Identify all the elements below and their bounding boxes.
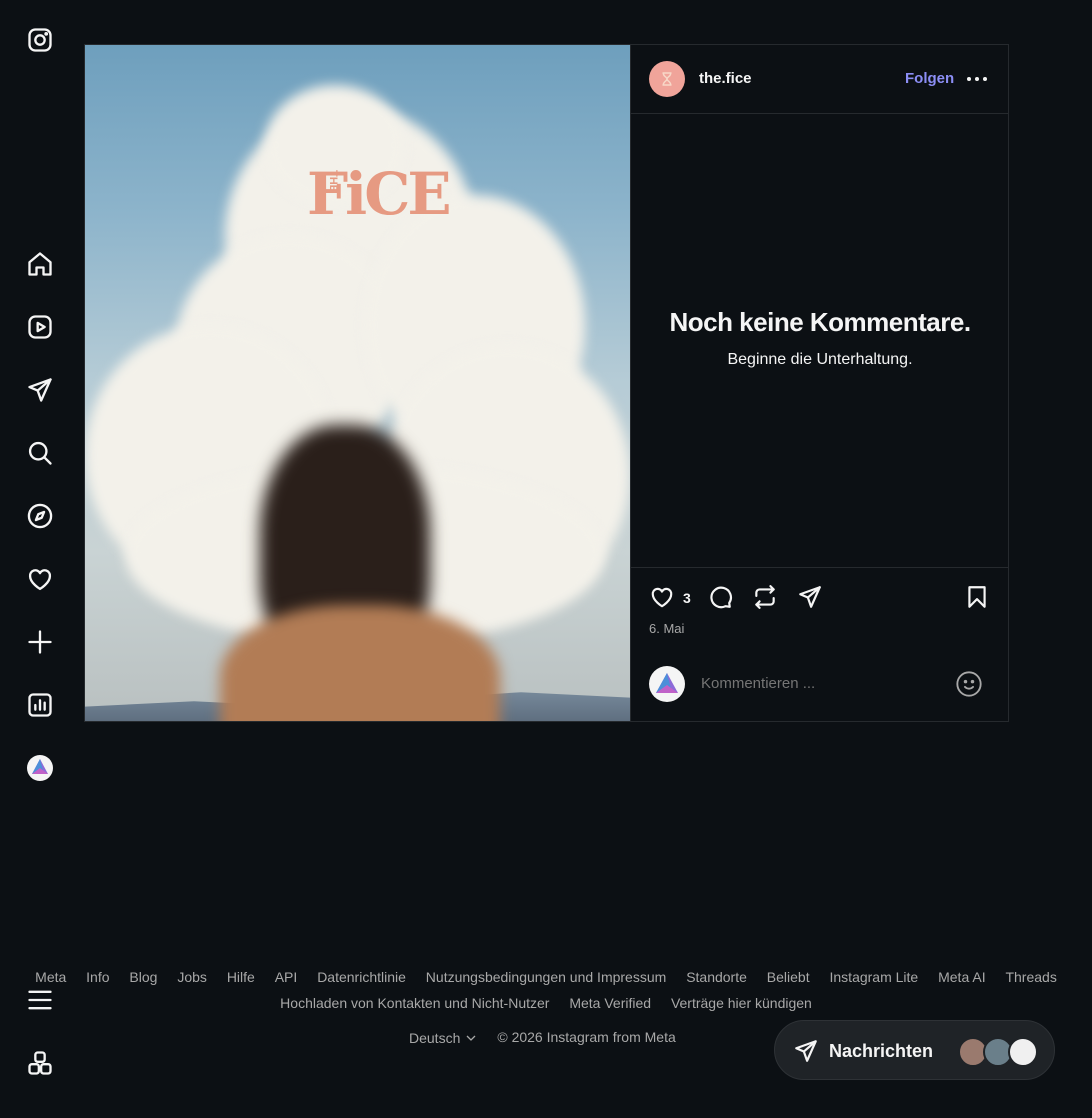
messages-label: Nachrichten	[829, 1041, 934, 1061]
follow-button[interactable]: Folgen	[905, 70, 954, 87]
footer-row-2: Hochladen von Kontakten und Nicht-Nutzer…	[0, 990, 1092, 1016]
comment-input[interactable]	[699, 674, 933, 693]
empty-title: Noch keine Kommentare.	[669, 307, 971, 337]
footer-row-1: Meta Info Blog Jobs Hilfe API Datenricht…	[0, 964, 1092, 990]
language-label: Deutsch	[409, 1030, 461, 1046]
post-image[interactable]: FiCE THE	[85, 45, 630, 721]
footer-link[interactable]: Meta Verified	[569, 995, 651, 1011]
dashboard-icon[interactable]	[22, 687, 58, 723]
footer-link[interactable]: Info	[86, 969, 109, 985]
more-apps-icon[interactable]	[22, 1045, 58, 1081]
messages-icon	[795, 1040, 817, 1062]
author-avatar[interactable]	[649, 61, 685, 97]
emoji-icon[interactable]	[955, 670, 983, 698]
create-plus-icon[interactable]	[22, 624, 58, 660]
footer-link[interactable]: Blog	[129, 969, 157, 985]
footer-link[interactable]: API	[275, 969, 298, 985]
comments-empty-state: Noch keine Kommentare. Beginne die Unter…	[631, 113, 1009, 567]
explore-icon[interactable]	[22, 498, 58, 534]
footer-link[interactable]: Meta	[35, 969, 66, 985]
footer-bottom: Deutsch © 2026 Instagram from Meta	[409, 1029, 676, 1046]
person-shoulders	[220, 605, 500, 721]
footer-link[interactable]: Hilfe	[227, 969, 255, 985]
sidebar	[0, 0, 80, 1118]
more-options-icon[interactable]	[965, 67, 989, 91]
empty-subtitle: Beginne die Unterhaltung.	[727, 351, 913, 368]
comment-icon[interactable]	[705, 582, 735, 612]
post-header: the.fice Folgen	[631, 45, 1009, 114]
messages-icon[interactable]	[22, 372, 58, 408]
post-actions: 3 6. Mai	[631, 567, 1009, 722]
footer-link[interactable]: Datenrichtlinie	[317, 969, 406, 985]
footer-link[interactable]: Instagram Lite	[830, 969, 919, 985]
post-side-panel: the.fice Folgen Noch keine Kommentare. B…	[630, 45, 1009, 721]
footer-link[interactable]: Nutzungsbedingungen und Impressum	[426, 969, 667, 985]
home-icon[interactable]	[22, 246, 58, 282]
post-dialog: FiCE THE the.fice Folgen Noch keine Komm…	[84, 44, 1009, 722]
brand-logo-small: THE	[327, 170, 339, 192]
footer-link[interactable]: Verträge hier kündigen	[671, 995, 812, 1011]
comment-composer	[631, 658, 1009, 714]
footer-link[interactable]: Meta AI	[938, 969, 985, 985]
save-bookmark-icon[interactable]	[962, 582, 992, 612]
chevron-down-icon	[466, 1035, 476, 1041]
like-count[interactable]: 3	[683, 590, 691, 606]
instagram-logo-icon[interactable]	[22, 22, 58, 58]
author-username[interactable]: the.fice	[699, 70, 752, 87]
footer-link[interactable]: Threads	[1005, 969, 1056, 985]
current-user-avatar[interactable]	[649, 666, 685, 702]
reels-icon[interactable]	[22, 309, 58, 345]
footer-link[interactable]: Beliebt	[767, 969, 810, 985]
footer-link[interactable]: Hochladen von Kontakten und Nicht-Nutzer	[280, 995, 549, 1011]
profile-avatar[interactable]	[22, 750, 58, 786]
language-select[interactable]: Deutsch	[409, 1030, 477, 1046]
message-contact-avatar	[1008, 1037, 1038, 1067]
repost-icon[interactable]	[750, 582, 780, 612]
messages-button[interactable]: Nachrichten	[774, 1020, 1055, 1080]
footer-link[interactable]: Jobs	[177, 969, 207, 985]
copyright: © 2026 Instagram from Meta	[497, 1029, 676, 1045]
footer-link[interactable]: Standorte	[686, 969, 747, 985]
footer-links: Meta Info Blog Jobs Hilfe API Datenricht…	[0, 964, 1092, 1016]
search-icon[interactable]	[22, 435, 58, 471]
notifications-heart-icon[interactable]	[22, 561, 58, 597]
like-icon[interactable]	[647, 582, 677, 612]
share-icon[interactable]	[795, 582, 825, 612]
post-date[interactable]: 6. Mai	[649, 621, 684, 636]
